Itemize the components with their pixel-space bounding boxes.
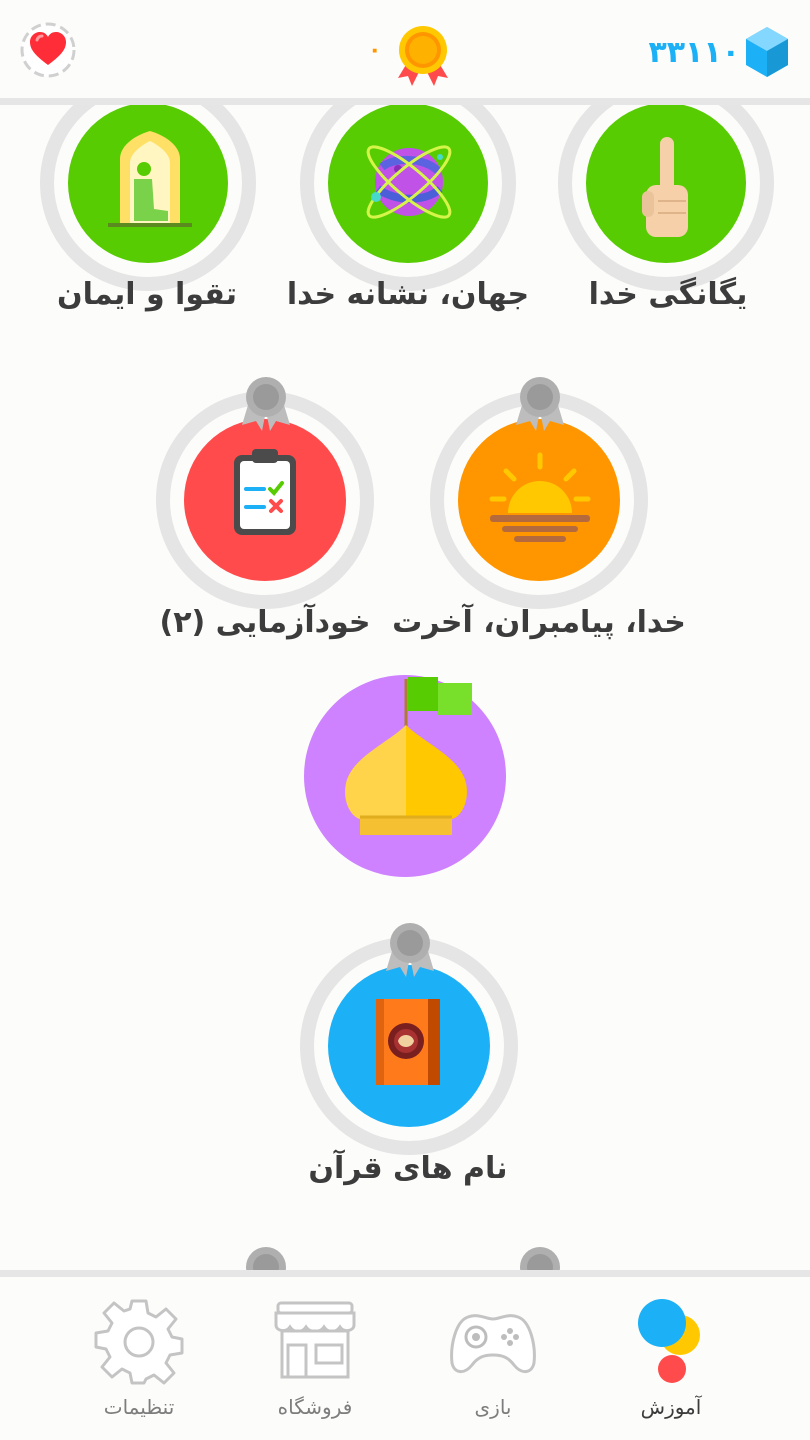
top-divider bbox=[0, 98, 810, 105]
skill-label: یگانگی خدا bbox=[588, 277, 748, 312]
crown-badge-icon bbox=[520, 1247, 560, 1270]
planet-icon bbox=[366, 145, 452, 219]
bottom-divider bbox=[0, 1270, 810, 1277]
learn-dots-icon bbox=[638, 1299, 700, 1383]
crown-badge-icon bbox=[516, 377, 564, 431]
praying-person-icon bbox=[108, 131, 192, 227]
skill-names-of-quran[interactable] bbox=[298, 921, 522, 1161]
gem-counter[interactable]: ۳۳۱۱۰ bbox=[648, 24, 790, 80]
skill-label: جهان، نشانه خدا bbox=[286, 277, 530, 312]
gem-count: ۳۳۱۱۰ bbox=[648, 34, 740, 70]
skill-tree[interactable]: یگانگی خدا جهان، نشانه خدا تقوا و ایمان bbox=[0, 105, 810, 1270]
skill-next-right[interactable] bbox=[428, 1245, 652, 1270]
nav-label: آموزش bbox=[640, 1395, 702, 1419]
heart-icon[interactable] bbox=[18, 20, 78, 80]
crown-badge-icon bbox=[242, 377, 290, 431]
skill-unity-of-god[interactable] bbox=[556, 105, 776, 305]
skill-label: خدا، پیامبران، آخرت bbox=[392, 605, 686, 640]
pointing-finger-icon bbox=[642, 137, 688, 237]
crown-badge-icon bbox=[386, 923, 434, 977]
dome-flag-icon bbox=[345, 677, 472, 835]
nav-label: بازی bbox=[474, 1395, 512, 1419]
streak-count: ۰ bbox=[368, 38, 382, 63]
streak-counter[interactable]: ۰ bbox=[368, 24, 468, 88]
top-bar: ۰ ۳۳۱۱۰ bbox=[0, 0, 810, 100]
gem-icon bbox=[746, 27, 788, 77]
skill-world-sign-of-god[interactable] bbox=[298, 105, 518, 305]
nav-label: تنظیمات bbox=[103, 1395, 175, 1419]
skill-god-prophets-afterlife[interactable] bbox=[428, 375, 652, 615]
checkpoint-node[interactable] bbox=[302, 673, 508, 879]
skill-next-left[interactable] bbox=[154, 1245, 378, 1270]
sunset-icon bbox=[489, 452, 591, 542]
nav-learn[interactable]: آموزش bbox=[606, 1295, 736, 1425]
skill-piety-and-faith[interactable] bbox=[38, 105, 258, 305]
nav-shop[interactable]: فروشگاه bbox=[250, 1295, 380, 1425]
skill-self-test-2[interactable] bbox=[154, 375, 378, 615]
bottom-nav: آموزش بازی فروشگاه تنظیمات bbox=[0, 1277, 810, 1440]
gamepad-icon bbox=[450, 1314, 536, 1373]
gear-icon bbox=[94, 1299, 184, 1385]
nav-game[interactable]: بازی bbox=[428, 1295, 558, 1425]
crown-badge-icon bbox=[246, 1247, 286, 1270]
skill-label: خودآزمایی (۲) bbox=[159, 605, 371, 640]
nav-label: فروشگاه bbox=[277, 1395, 353, 1419]
quran-book-icon bbox=[376, 999, 440, 1085]
clipboard-icon bbox=[234, 449, 296, 535]
nav-settings[interactable]: تنظیمات bbox=[74, 1295, 204, 1425]
shop-icon bbox=[274, 1301, 356, 1379]
skill-label: تقوا و ایمان bbox=[56, 277, 237, 312]
skill-label: نام های قرآن bbox=[308, 1151, 508, 1186]
medal-icon bbox=[398, 26, 448, 86]
